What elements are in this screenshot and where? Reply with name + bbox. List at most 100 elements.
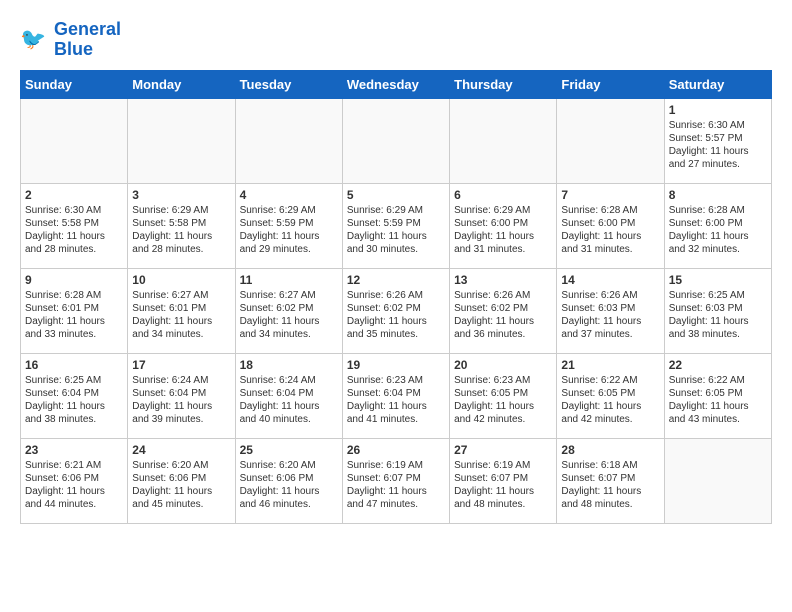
calendar-cell	[128, 98, 235, 183]
day-info: Sunrise: 6:21 AM Sunset: 6:06 PM Dayligh…	[25, 459, 123, 511]
day-info: Sunrise: 6:24 AM Sunset: 6:04 PM Dayligh…	[132, 374, 230, 426]
calendar-cell: 23 Sunrise: 6:21 AM Sunset: 6:06 PM Dayli…	[21, 438, 128, 523]
calendar-cell: 11Sunrise: 6:27 AM Sunset: 6:02 PM Dayli…	[235, 268, 342, 353]
weekday-header-thursday: Thursday	[450, 70, 557, 98]
day-info: Sunrise: 6:29 AM Sunset: 5:59 PM Dayligh…	[240, 204, 338, 256]
logo-icon: 🐦	[20, 25, 50, 55]
day-number: 11	[240, 273, 338, 287]
calendar-cell: 9 Sunrise: 6:28 AM Sunset: 6:01 PM Daylig…	[21, 268, 128, 353]
calendar-week-3: 9 Sunrise: 6:28 AM Sunset: 6:01 PM Daylig…	[21, 268, 772, 353]
day-number: 10	[132, 273, 230, 287]
svg-text:🐦: 🐦	[20, 28, 46, 51]
day-info: Sunrise: 6:25 AM Sunset: 6:03 PM Dayligh…	[669, 289, 767, 341]
day-number: 13	[454, 273, 552, 287]
day-info: Sunrise: 6:26 AM Sunset: 6:03 PM Dayligh…	[561, 289, 659, 341]
day-number: 26	[347, 443, 445, 457]
calendar-cell: 18 Sunrise: 6:24 AM Sunset: 6:04 PM Dayli…	[235, 353, 342, 438]
calendar-cell: 25Sunrise: 6:20 AM Sunset: 6:06 PM Dayli…	[235, 438, 342, 523]
day-info: Sunrise: 6:23 AM Sunset: 6:05 PM Dayligh…	[454, 374, 552, 426]
day-info: Sunrise: 6:26 AM Sunset: 6:02 PM Dayligh…	[454, 289, 552, 341]
calendar-cell	[342, 98, 449, 183]
calendar-cell: 20 Sunrise: 6:23 AM Sunset: 6:05 PM Dayli…	[450, 353, 557, 438]
day-number: 25	[240, 443, 338, 457]
calendar-week-2: 2Sunrise: 6:30 AM Sunset: 5:58 PM Daylig…	[21, 183, 772, 268]
weekday-header-tuesday: Tuesday	[235, 70, 342, 98]
calendar-cell: 13 Sunrise: 6:26 AM Sunset: 6:02 PM Dayli…	[450, 268, 557, 353]
weekday-header-monday: Monday	[128, 70, 235, 98]
calendar-cell: 27 Sunrise: 6:19 AM Sunset: 6:07 PM Dayli…	[450, 438, 557, 523]
day-info: Sunrise: 6:26 AM Sunset: 6:02 PM Dayligh…	[347, 289, 445, 341]
calendar-cell: 16 Sunrise: 6:25 AM Sunset: 6:04 PM Dayli…	[21, 353, 128, 438]
calendar-cell: 1 Sunrise: 6:30 AM Sunset: 5:57 PM Daylig…	[664, 98, 771, 183]
day-info: Sunrise: 6:22 AM Sunset: 6:05 PM Dayligh…	[669, 374, 767, 426]
day-number: 1	[669, 103, 767, 117]
day-info: Sunrise: 6:19 AM Sunset: 6:07 PM Dayligh…	[347, 459, 445, 511]
day-info: Sunrise: 6:28 AM Sunset: 6:00 PM Dayligh…	[669, 204, 767, 256]
calendar-cell: 17Sunrise: 6:24 AM Sunset: 6:04 PM Dayli…	[128, 353, 235, 438]
calendar-week-1: 1 Sunrise: 6:30 AM Sunset: 5:57 PM Daylig…	[21, 98, 772, 183]
weekday-header-wednesday: Wednesday	[342, 70, 449, 98]
day-info: Sunrise: 6:24 AM Sunset: 6:04 PM Dayligh…	[240, 374, 338, 426]
calendar-week-4: 16 Sunrise: 6:25 AM Sunset: 6:04 PM Dayli…	[21, 353, 772, 438]
calendar-cell: 10 Sunrise: 6:27 AM Sunset: 6:01 PM Dayli…	[128, 268, 235, 353]
day-number: 18	[240, 358, 338, 372]
day-number: 15	[669, 273, 767, 287]
day-number: 14	[561, 273, 659, 287]
day-info: Sunrise: 6:25 AM Sunset: 6:04 PM Dayligh…	[25, 374, 123, 426]
calendar-cell: 4 Sunrise: 6:29 AM Sunset: 5:59 PM Daylig…	[235, 183, 342, 268]
day-info: Sunrise: 6:28 AM Sunset: 6:00 PM Dayligh…	[561, 204, 659, 256]
calendar-cell	[235, 98, 342, 183]
calendar-cell: 2Sunrise: 6:30 AM Sunset: 5:58 PM Daylig…	[21, 183, 128, 268]
day-info: Sunrise: 6:19 AM Sunset: 6:07 PM Dayligh…	[454, 459, 552, 511]
day-number: 21	[561, 358, 659, 372]
day-info: Sunrise: 6:29 AM Sunset: 6:00 PM Dayligh…	[454, 204, 552, 256]
calendar-cell: 21 Sunrise: 6:22 AM Sunset: 6:05 PM Dayli…	[557, 353, 664, 438]
day-number: 4	[240, 188, 338, 202]
calendar-cell	[557, 98, 664, 183]
day-info: Sunrise: 6:30 AM Sunset: 5:57 PM Dayligh…	[669, 119, 767, 171]
logo: 🐦 General Blue	[20, 20, 121, 60]
calendar-cell: 12Sunrise: 6:26 AM Sunset: 6:02 PM Dayli…	[342, 268, 449, 353]
day-info: Sunrise: 6:27 AM Sunset: 6:01 PM Dayligh…	[132, 289, 230, 341]
day-number: 19	[347, 358, 445, 372]
weekday-header-friday: Friday	[557, 70, 664, 98]
calendar-cell: 22 Sunrise: 6:22 AM Sunset: 6:05 PM Dayli…	[664, 353, 771, 438]
day-number: 16	[25, 358, 123, 372]
calendar-cell: 26 Sunrise: 6:19 AM Sunset: 6:07 PM Dayli…	[342, 438, 449, 523]
calendar-cell	[21, 98, 128, 183]
day-number: 8	[669, 188, 767, 202]
calendar-week-5: 23 Sunrise: 6:21 AM Sunset: 6:06 PM Dayli…	[21, 438, 772, 523]
calendar-cell: 14 Sunrise: 6:26 AM Sunset: 6:03 PM Dayli…	[557, 268, 664, 353]
day-info: Sunrise: 6:18 AM Sunset: 6:07 PM Dayligh…	[561, 459, 659, 511]
day-number: 6	[454, 188, 552, 202]
day-number: 28	[561, 443, 659, 457]
calendar-cell: 28 Sunrise: 6:18 AM Sunset: 6:07 PM Dayli…	[557, 438, 664, 523]
weekday-header-saturday: Saturday	[664, 70, 771, 98]
calendar-cell: 7 Sunrise: 6:28 AM Sunset: 6:00 PM Daylig…	[557, 183, 664, 268]
calendar-header-row: SundayMondayTuesdayWednesdayThursdayFrid…	[21, 70, 772, 98]
page-header: 🐦 General Blue	[20, 20, 772, 60]
calendar-cell: 3 Sunrise: 6:29 AM Sunset: 5:58 PM Daylig…	[128, 183, 235, 268]
day-number: 20	[454, 358, 552, 372]
day-number: 7	[561, 188, 659, 202]
day-info: Sunrise: 6:23 AM Sunset: 6:04 PM Dayligh…	[347, 374, 445, 426]
calendar-table: SundayMondayTuesdayWednesdayThursdayFrid…	[20, 70, 772, 524]
calendar-cell: 19 Sunrise: 6:23 AM Sunset: 6:04 PM Dayli…	[342, 353, 449, 438]
calendar-cell: 5 Sunrise: 6:29 AM Sunset: 5:59 PM Daylig…	[342, 183, 449, 268]
day-number: 23	[25, 443, 123, 457]
calendar-cell: 6 Sunrise: 6:29 AM Sunset: 6:00 PM Daylig…	[450, 183, 557, 268]
weekday-header-sunday: Sunday	[21, 70, 128, 98]
day-info: Sunrise: 6:20 AM Sunset: 6:06 PM Dayligh…	[132, 459, 230, 511]
day-number: 3	[132, 188, 230, 202]
day-info: Sunrise: 6:22 AM Sunset: 6:05 PM Dayligh…	[561, 374, 659, 426]
day-info: Sunrise: 6:28 AM Sunset: 6:01 PM Dayligh…	[25, 289, 123, 341]
day-number: 22	[669, 358, 767, 372]
day-number: 5	[347, 188, 445, 202]
logo-text: General Blue	[54, 20, 121, 60]
day-number: 2	[25, 188, 123, 202]
day-info: Sunrise: 6:29 AM Sunset: 5:59 PM Dayligh…	[347, 204, 445, 256]
day-info: Sunrise: 6:29 AM Sunset: 5:58 PM Dayligh…	[132, 204, 230, 256]
day-number: 9	[25, 273, 123, 287]
day-number: 24	[132, 443, 230, 457]
day-number: 27	[454, 443, 552, 457]
